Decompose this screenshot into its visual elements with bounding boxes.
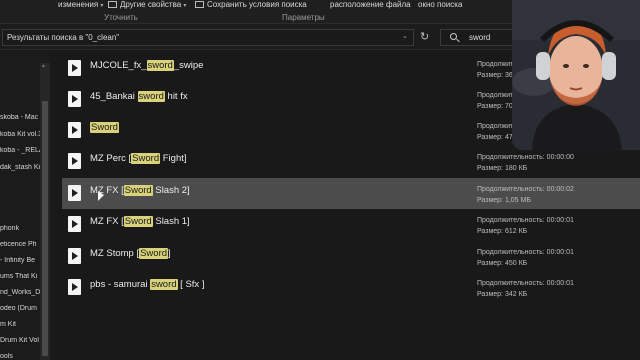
file-name: pbs - samurai sword [ Sfx ] <box>90 279 205 290</box>
chevron-down-icon: ▾ <box>183 3 187 9</box>
search-match: Sword <box>123 185 153 196</box>
search-match: sword <box>146 60 174 71</box>
nav-item[interactable]: - Infinity Be <box>0 257 40 267</box>
mouse-cursor-icon <box>98 191 104 201</box>
group-label-options: Параметры <box>282 13 325 22</box>
file-duration: Продолжительность: 00:00:01 <box>477 280 574 287</box>
audio-file-icon <box>68 91 81 107</box>
nav-item[interactable]: skoba - Mac <box>0 114 40 124</box>
audio-file-icon <box>68 60 81 76</box>
nav-scrollbar-thumb[interactable] <box>42 101 48 356</box>
audio-file-icon <box>68 185 81 201</box>
file-duration: Продолжительность: 00:00:02 <box>477 186 574 193</box>
nav-item[interactable]: koba Kit vol.3 <box>0 131 40 141</box>
chevron-down-icon: ▾ <box>100 3 104 9</box>
file-name: MZ Stomp [Sword] <box>90 248 171 259</box>
nav-item[interactable]: m Kit <box>0 321 40 331</box>
file-name: MZ FX [Sword Slash 2] <box>90 185 190 196</box>
file-row[interactable]: MZ Stomp [Sword] Продолжительность: 00:0… <box>62 241 640 272</box>
nav-item[interactable]: ums That Ki <box>0 273 40 283</box>
webcam-overlay <box>512 0 640 150</box>
other-properties-button[interactable]: Другие свойства ▾ <box>108 0 186 9</box>
save-search-button[interactable]: Сохранить условия поиска <box>195 0 307 9</box>
refresh-icon[interactable]: ↻ <box>420 30 429 43</box>
file-size: Размер: 36 <box>477 72 513 79</box>
file-row-selected[interactable]: MZ FX [Sword Slash 2] Продолжительность:… <box>62 178 640 209</box>
file-row[interactable]: MZ Perc [Sword Fight] Продолжительность:… <box>62 146 640 177</box>
file-row[interactable]: MZ FX [Sword Slash 1] Продолжительность:… <box>62 209 640 240</box>
properties-icon <box>108 1 117 8</box>
audio-file-icon <box>68 122 81 138</box>
file-size: Размер: 342 КБ <box>477 291 528 298</box>
save-icon <box>195 1 204 8</box>
group-label-refine: Уточнить <box>104 13 138 22</box>
nav-item[interactable]: odeo (Drum <box>0 305 40 315</box>
file-duration: Продолжительность: 00:00:01 <box>477 217 574 224</box>
file-duration: Продолжительность: 00:00:01 <box>477 249 574 256</box>
file-name: MZ Perc [Sword Fight] <box>90 153 187 164</box>
nav-scrollbar[interactable]: ▲ <box>40 63 50 360</box>
search-match: sword <box>150 279 178 290</box>
open-file-location-button[interactable]: расположение файла <box>330 0 411 9</box>
chevron-down-icon[interactable]: ⌄ <box>402 32 408 40</box>
webcam-person-image <box>512 0 640 150</box>
nav-item[interactable]: ools <box>0 353 40 360</box>
changes-dropdown[interactable]: изменения ▾ <box>58 0 103 9</box>
file-size: Размер: 612 КБ <box>477 228 528 235</box>
file-duration: Продолжительность: 00:00:00 <box>477 154 574 161</box>
search-match: sword <box>137 91 165 102</box>
search-match: Sword <box>131 153 161 164</box>
nav-item[interactable]: nd_Works_D <box>0 289 40 299</box>
audio-file-icon <box>68 153 81 169</box>
nav-item[interactable]: koba - _RELAUN <box>0 147 40 157</box>
navigation-pane: skoba - Mac koba Kit vol.3 koba - _RELAU… <box>0 51 50 360</box>
file-size: Размер: 180 КБ <box>477 165 528 172</box>
audio-file-icon <box>68 248 81 264</box>
address-path: Результаты поиска в "0_clean" <box>7 33 120 42</box>
search-match: Sword <box>123 216 153 227</box>
search-value: sword <box>469 33 491 42</box>
address-bar[interactable]: Результаты поиска в "0_clean" ⌄ <box>2 29 414 46</box>
nav-item[interactable]: eticence Ph <box>0 241 40 251</box>
file-name: Sword <box>90 122 119 133</box>
search-match: Sword <box>90 122 119 133</box>
scroll-up-icon[interactable]: ▲ <box>41 63 46 69</box>
search-match: Sword <box>139 248 169 259</box>
audio-file-icon <box>68 216 81 232</box>
file-size: Размер: 450 КБ <box>477 260 528 267</box>
close-search-button[interactable]: окно поиска <box>418 0 462 9</box>
audio-file-icon <box>68 279 81 295</box>
file-name: MZ FX [Sword Slash 1] <box>90 216 190 227</box>
search-icon <box>450 33 457 40</box>
file-size: Размер: 1,05 МБ <box>477 197 531 204</box>
nav-item[interactable]: phonk <box>0 225 40 235</box>
nav-item[interactable]: dak_stash Ki <box>0 164 40 174</box>
file-name: 45_Bankai sword hit fx <box>90 91 188 102</box>
file-row[interactable]: pbs - samurai sword [ Sfx ] Продолжитель… <box>62 272 640 303</box>
nav-item[interactable]: Drum Kit Vol <box>0 337 40 347</box>
file-name: MJCOLE_fx_sword_swipe <box>90 60 204 71</box>
